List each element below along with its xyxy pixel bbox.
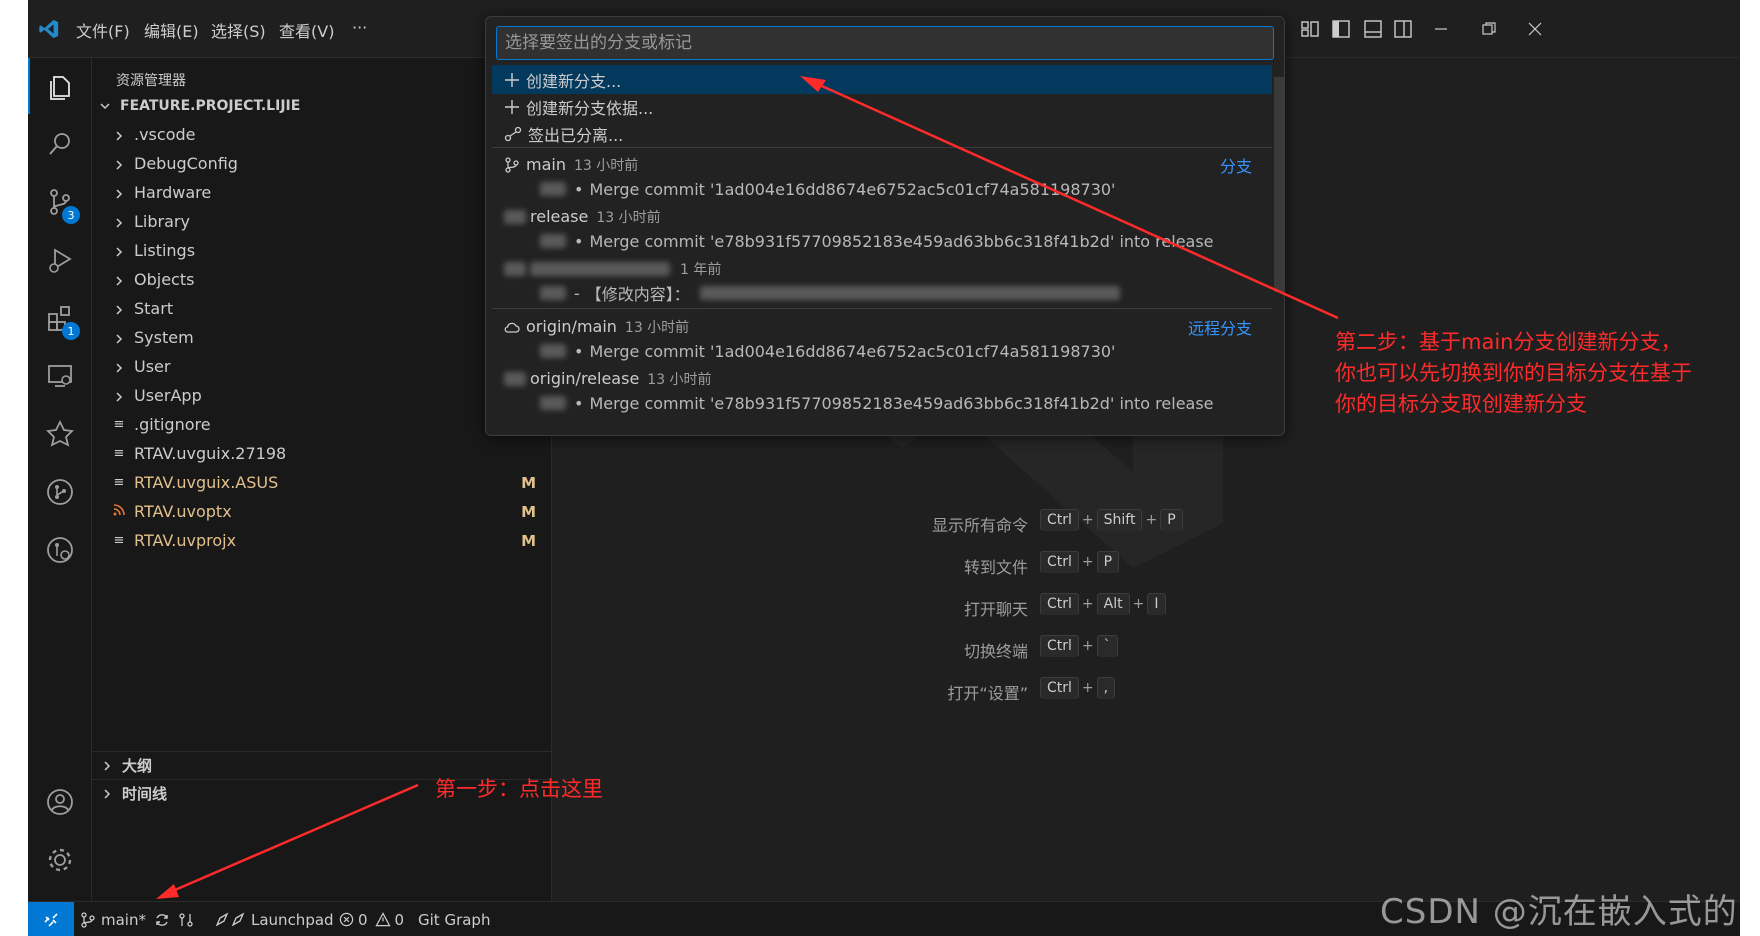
vscode-window: 文件(F) 编辑(E) 选择(S) 查看(V) ··· 3 1 资源管理器 FE… <box>28 0 1740 936</box>
screenshot-left-margin <box>0 0 28 936</box>
screenshot-right-margin <box>1740 0 1760 936</box>
step1-arrowhead <box>156 884 179 899</box>
annotation-arrows <box>156 76 1339 899</box>
step2-arrow <box>812 80 1339 320</box>
step1-annotation: 第一步：点击这里 <box>435 777 603 801</box>
step2-annotation-line3: 你的目标分支取创建新分支 <box>1335 392 1587 416</box>
step2-annotation-line1: 第二步：基于main分支创建新分支， <box>1335 330 1682 354</box>
step2-annotation-line2: 你也可以先切换到你的目标分支在基于 <box>1335 361 1692 385</box>
step2-arrowhead <box>800 76 826 92</box>
step1-arrow <box>167 783 419 895</box>
csdn-watermark: CSDN @沉在嵌入式的鱼 <box>1380 892 1738 932</box>
